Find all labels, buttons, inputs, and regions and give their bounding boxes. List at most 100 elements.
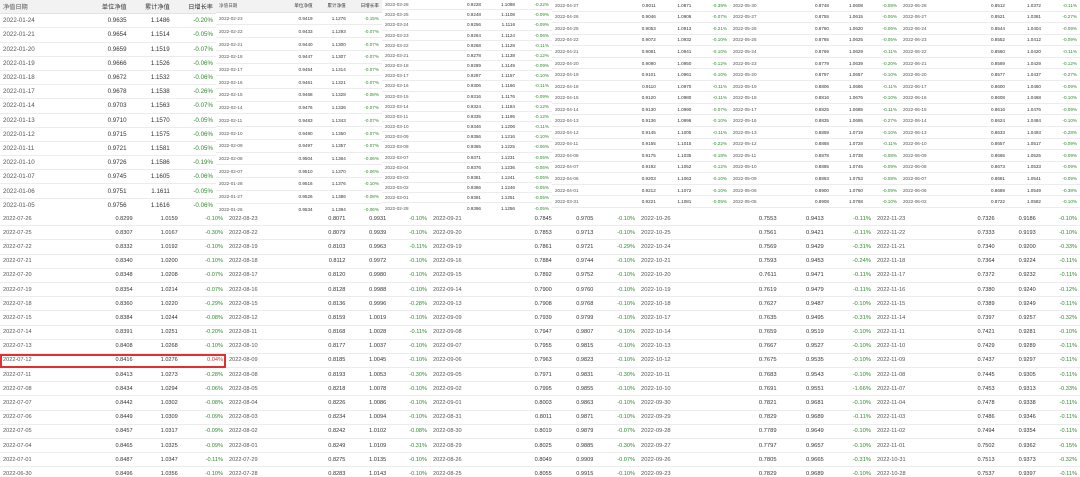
cell-date: 2022-01-28 bbox=[219, 181, 243, 187]
cell-cumulative-nav: 1.1307 bbox=[331, 54, 346, 60]
table-row: 2022-01-07 0.9745 1.1605 -0.06% bbox=[0, 170, 216, 185]
cell-cumulative-nav: 1.1015 bbox=[677, 141, 692, 147]
table-row: 2022-04-15 0.9120 1.0980 -0.11% bbox=[552, 92, 730, 104]
cell-date: 2022-01-06 bbox=[3, 187, 35, 195]
cell-cumulative-nav: 1.1357 bbox=[331, 143, 346, 149]
cell-date: 2022-10-26 bbox=[641, 215, 671, 222]
cell-cumulative-nav: 1.0615 bbox=[848, 14, 863, 20]
cell-cumulative-nav: 1.0996 bbox=[677, 118, 692, 124]
cell-cumulative-nav: 1.0460 bbox=[1026, 83, 1041, 89]
cell-daily-change: -0.10% bbox=[1059, 329, 1077, 336]
cell-daily-change: -0.27% bbox=[1062, 14, 1077, 20]
cell-date: 2022-09-16 bbox=[433, 258, 462, 265]
cell-date: 2022-06-27 bbox=[903, 14, 927, 20]
cell-unit-nav: 0.7364 bbox=[977, 258, 995, 265]
cell-daily-change: -0.09% bbox=[205, 428, 223, 435]
table-row: 2022-03-22 0.9268 1.1128 -0.11% bbox=[382, 41, 552, 51]
cell-cumulative-nav: 0.9354 bbox=[1018, 428, 1036, 435]
cell-date: 2022-09-27 bbox=[641, 442, 671, 449]
cell-cumulative-nav: 0.9453 bbox=[806, 258, 824, 265]
cell-daily-change: -0.08% bbox=[409, 428, 427, 435]
cell-cumulative-nav: 1.0045 bbox=[369, 357, 387, 364]
cell-unit-nav: 0.8360 bbox=[115, 300, 133, 307]
table-row: 2022-09-06 0.7963 0.9823 -0.10% bbox=[430, 354, 638, 369]
cell-cumulative-nav: 0.9879 bbox=[576, 428, 594, 435]
cell-daily-change: -0.22% bbox=[534, 2, 549, 8]
cell-unit-nav: 0.8769 bbox=[814, 48, 829, 54]
cell-cumulative-nav: 1.1256 bbox=[500, 205, 515, 211]
cell-unit-nav: 0.8457 bbox=[115, 428, 133, 435]
cell-daily-change: -0.10% bbox=[617, 329, 635, 336]
cell-cumulative-nav: 0.9373 bbox=[1018, 456, 1036, 463]
cell-date: 2022-04-22 bbox=[555, 37, 579, 43]
cell-date: 2022-06-16 bbox=[903, 95, 927, 101]
cell-unit-nav: 0.7884 bbox=[534, 258, 552, 265]
cell-unit-nav: 0.9715 bbox=[107, 130, 127, 138]
cell-daily-change: -0.28% bbox=[205, 371, 223, 378]
cell-cumulative-nav: 0.9871 bbox=[576, 414, 594, 421]
cell-unit-nav: 0.9476 bbox=[298, 105, 313, 111]
cell-cumulative-nav: 1.0582 bbox=[1026, 199, 1041, 205]
table-row: 2022-04-22 0.9072 1.0932 -0.10% bbox=[552, 35, 730, 47]
cell-cumulative-nav: 0.9289 bbox=[1018, 343, 1036, 350]
cell-date: 2022-05-30 bbox=[733, 2, 757, 8]
table-row: 2022-06-21 0.8569 1.0429 -0.12% bbox=[900, 58, 1080, 70]
cell-daily-change: -0.08% bbox=[882, 175, 897, 181]
cell-date: 2022-03-11 bbox=[385, 113, 409, 119]
cell-unit-nav: 0.9381 bbox=[466, 175, 481, 180]
cell-date: 2022-01-18 bbox=[3, 74, 35, 82]
table-row: 2022-07-28 0.8283 1.0143 -0.10% bbox=[226, 467, 430, 477]
cell-date: 2022-06-24 bbox=[903, 25, 927, 31]
table-row: 2022-06-10 0.8657 1.0517 -0.09% bbox=[900, 139, 1080, 151]
cell-unit-nav: 0.9376 bbox=[466, 164, 481, 170]
table-row: 2022-06-27 0.8521 1.0381 -0.27% bbox=[900, 12, 1080, 24]
cell-unit-nav: 0.8722 bbox=[990, 199, 1005, 205]
cell-daily-change: -0.11% bbox=[853, 229, 871, 236]
table-row: 2022-01-10 0.9726 1.1586 -0.19% bbox=[0, 156, 216, 171]
table-row: 2022-01-24 0.9635 1.1486 -0.20% bbox=[0, 14, 216, 29]
table-row: 2022-11-02 0.7494 0.9354 -0.11% bbox=[874, 425, 1080, 439]
cell-date: 2022-05-17 bbox=[733, 106, 757, 112]
cell-unit-nav: 0.8577 bbox=[990, 72, 1005, 78]
cell-cumulative-nav: 1.0159 bbox=[160, 215, 178, 222]
cell-cumulative-nav: 1.1081 bbox=[677, 199, 692, 205]
cell-date: 2022-10-28 bbox=[877, 470, 906, 477]
table-row: 2022-04-18 0.9110 1.0970 -0.11% bbox=[552, 81, 730, 93]
cell-cumulative-nav: 1.0913 bbox=[677, 25, 692, 31]
cell-unit-nav: 0.8103 bbox=[328, 243, 346, 250]
cell-date: 2022-07-12 bbox=[3, 357, 32, 364]
cell-daily-change: -0.10% bbox=[617, 343, 635, 350]
cell-date: 2022-08-04 bbox=[229, 400, 258, 407]
cell-cumulative-nav: 1.1336 bbox=[331, 105, 346, 111]
cell-daily-change: -0.28% bbox=[1062, 129, 1077, 135]
cell-date: 2022-09-29 bbox=[641, 414, 671, 421]
cell-date: 2022-03-21 bbox=[385, 52, 409, 58]
table-row: 2022-10-25 0.7561 0.9421 -0.11% bbox=[638, 226, 874, 241]
table-row: 2022-05-09 0.8893 1.0753 -0.08% bbox=[730, 173, 900, 185]
cell-unit-nav: 0.8569 bbox=[990, 60, 1005, 66]
cell-unit-nav: 0.8616 bbox=[990, 106, 1005, 112]
nav-table-block-3: 2022-03-28 0.9228 1.1088 -0.22% 2022-03-25 0.… bbox=[382, 0, 552, 212]
cell-unit-nav: 0.8226 bbox=[328, 400, 346, 407]
cell-daily-change: -0.05% bbox=[193, 187, 213, 195]
cell-cumulative-nav: 1.0666 bbox=[848, 83, 863, 89]
cell-cumulative-nav: 0.9224 bbox=[1018, 258, 1036, 265]
cell-date: 2022-09-21 bbox=[433, 215, 462, 222]
table-row: 2022-05-30 0.8748 1.0608 -0.08% bbox=[730, 0, 900, 12]
cell-cumulative-nav: 1.0317 bbox=[160, 428, 178, 435]
cell-date: 2022-04-18 bbox=[555, 83, 579, 89]
cell-cumulative-nav: 0.9421 bbox=[806, 229, 824, 236]
cell-unit-nav: 0.9264 bbox=[466, 32, 481, 38]
cell-daily-change: -0.09% bbox=[534, 93, 549, 99]
cell-cumulative-nav: 1.1166 bbox=[501, 83, 515, 89]
table-row: 2022-05-27 0.8755 1.0615 -0.06% bbox=[730, 12, 900, 24]
cell-cumulative-nav: 1.0167 bbox=[160, 229, 178, 236]
table-row: 2022-01-21 0.9654 1.1514 -0.05% bbox=[0, 28, 216, 43]
cell-date: 2022-07-04 bbox=[3, 442, 32, 449]
cell-unit-nav: 0.9659 bbox=[107, 45, 127, 53]
cell-daily-change: -0.27% bbox=[882, 118, 897, 124]
table-row: 2022-09-09 0.7939 0.9799 -0.10% bbox=[430, 311, 638, 326]
cell-cumulative-nav: 1.0094 bbox=[369, 414, 387, 421]
table-row: 2022-10-17 0.7635 0.9495 -0.31% bbox=[638, 311, 874, 326]
table-row: 2022-03-21 0.9278 1.1138 -0.12% bbox=[382, 51, 552, 62]
